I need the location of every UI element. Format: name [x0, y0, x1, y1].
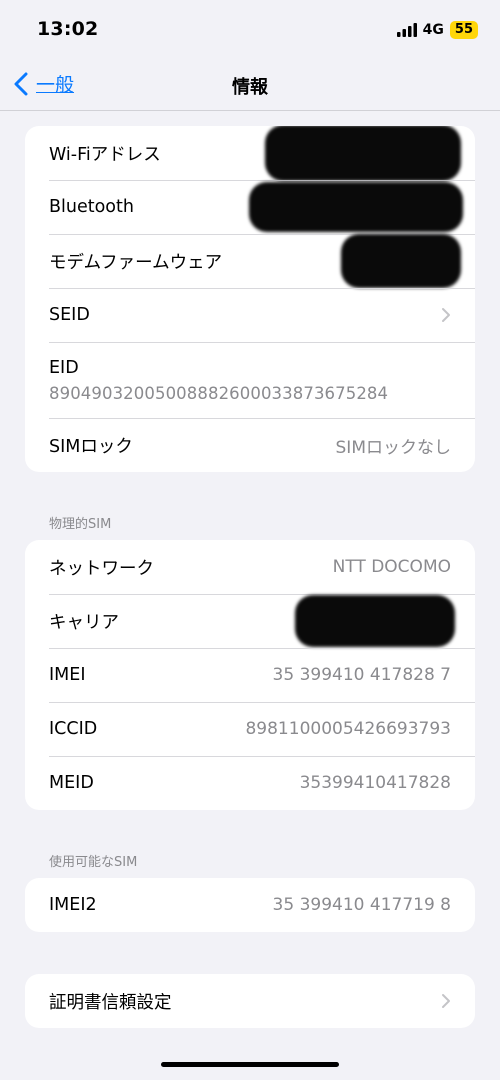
cellular-signal-icon: [396, 23, 417, 37]
sim-lock-row[interactable]: SIMロック SIMロックなし: [25, 418, 475, 472]
physical-sim-header: 物理的SIM: [49, 517, 112, 532]
redaction-mark: [341, 234, 461, 288]
iccid-label: ICCID: [49, 719, 98, 739]
imei2-label: IMEI2: [49, 895, 97, 915]
bluetooth-row[interactable]: Bluetooth: [25, 180, 475, 234]
redaction-mark: [265, 126, 461, 181]
device-info-group: Wi-Fiアドレス Bluetooth モデムファームウェア SEID EID …: [25, 126, 475, 472]
certificate-trust-row[interactable]: 証明書信頼設定: [25, 974, 475, 1028]
iccid-row[interactable]: ICCID 8981100005426693793: [25, 702, 475, 756]
eid-label: EID: [49, 357, 79, 378]
network-label: ネットワーク: [49, 558, 154, 579]
physical-sim-group: ネットワーク NTT DOCOMO キャリア IMEI 35 399410 41…: [25, 540, 475, 810]
seid-row[interactable]: SEID: [25, 288, 475, 342]
iccid-value: 8981100005426693793: [245, 719, 451, 739]
network-type: 4G: [422, 22, 444, 38]
page-title: 情報: [232, 77, 268, 98]
battery-icon: 55: [449, 21, 478, 39]
redaction-mark: [249, 182, 463, 232]
wifi-address-row[interactable]: Wi-Fiアドレス: [25, 126, 475, 181]
sim-lock-value: SIMロックなし: [335, 437, 451, 458]
network-value: NTT DOCOMO: [332, 557, 451, 577]
meid-value: 35399410417828: [299, 773, 451, 793]
eid-value: 89049032005008882600033873675284: [49, 383, 389, 403]
bluetooth-label: Bluetooth: [49, 197, 134, 217]
status-indicators: 4G 55: [396, 20, 478, 40]
imei-value: 35 399410 417828 7: [272, 665, 451, 685]
sim-lock-label: SIMロック: [49, 436, 133, 457]
status-bar: 13:02 4G 55: [0, 0, 500, 60]
meid-label: MEID: [49, 773, 94, 793]
available-sim-header: 使用可能なSIM: [49, 855, 138, 870]
redaction-mark: [295, 595, 455, 647]
chevron-right-icon: [442, 308, 450, 322]
eid-row[interactable]: EID 89049032005008882600033873675284: [25, 342, 475, 418]
navigation-bar: 一般 情報: [0, 60, 500, 111]
imei2-value: 35 399410 417719 8: [272, 895, 451, 915]
certificate-trust-label: 証明書信頼設定: [49, 992, 172, 1013]
available-sim-group: IMEI2 35 399410 417719 8: [25, 878, 475, 932]
carrier-label: キャリア: [49, 612, 119, 633]
imei-row[interactable]: IMEI 35 399410 417828 7: [25, 648, 475, 702]
modem-firmware-row[interactable]: モデムファームウェア: [25, 234, 475, 288]
home-indicator[interactable]: [161, 1062, 339, 1067]
network-row[interactable]: ネットワーク NTT DOCOMO: [25, 540, 475, 594]
wifi-address-label: Wi-Fiアドレス: [49, 144, 161, 165]
modem-firmware-label: モデムファームウェア: [49, 252, 223, 273]
chevron-right-icon: [442, 994, 450, 1008]
status-time: 13:02: [37, 18, 99, 40]
meid-row[interactable]: MEID 35399410417828: [25, 756, 475, 810]
imei-label: IMEI: [49, 665, 86, 685]
seid-label: SEID: [49, 305, 90, 325]
imei2-row[interactable]: IMEI2 35 399410 417719 8: [25, 878, 475, 932]
carrier-row[interactable]: キャリア: [25, 594, 475, 648]
certificate-group: 証明書信頼設定: [25, 974, 475, 1028]
